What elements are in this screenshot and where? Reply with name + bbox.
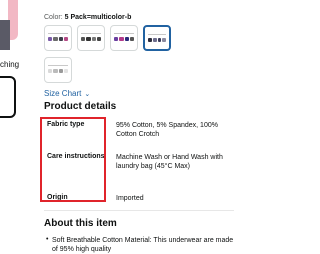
left-partial-box[interactable] — [0, 76, 16, 118]
swatch-color-chip — [114, 37, 119, 41]
swatch-color-chip — [63, 69, 68, 73]
swatch-color-chip — [58, 37, 63, 41]
highlight-box — [40, 117, 106, 202]
color-swatch[interactable] — [110, 25, 138, 51]
swatch-color-chip — [119, 37, 124, 41]
swatch-color-chip — [63, 37, 68, 41]
size-chart-link[interactable]: Size Chart ⌄ — [44, 89, 90, 98]
image-shape — [0, 20, 10, 50]
swatch-color-chip — [86, 37, 91, 41]
swatch-label — [48, 65, 68, 66]
divider — [44, 210, 234, 211]
swatch-label — [48, 33, 68, 34]
swatch-label — [114, 33, 134, 34]
color-value: 5 Pack=multicolor-b — [64, 14, 132, 21]
about-bullet: Soft Breathable Cotton Material: This un… — [52, 237, 234, 253]
swatch-color-chip — [96, 37, 101, 41]
color-swatch[interactable] — [44, 25, 72, 51]
swatch-color-chip — [53, 37, 58, 41]
swatch-colors — [114, 37, 134, 41]
product-image-partial[interactable] — [0, 0, 22, 50]
swatch-color-chip — [48, 37, 53, 41]
color-swatch-selected[interactable] — [143, 25, 171, 51]
detail-value-care-instructions: Machine Wash or Hand Wash with laundry b… — [116, 154, 223, 170]
swatch-colors — [48, 37, 68, 41]
swatch-color-chip — [129, 37, 134, 41]
detail-value-fabric-type: 95% Cotton, 5% Spandex, 100% Cotton Crot… — [116, 122, 218, 138]
swatch-color-chip — [152, 38, 157, 42]
swatch-color-chip — [48, 69, 53, 73]
swatch-label — [148, 34, 166, 35]
swatch-color-chip — [124, 37, 129, 41]
swatch-color-chip — [53, 69, 58, 73]
swatch-color-chip — [148, 38, 152, 42]
swatch-color-chip — [162, 38, 166, 42]
color-label: Color: — [44, 14, 63, 21]
product-details-title: Product details — [44, 101, 117, 112]
size-chart-label: Size Chart — [44, 89, 82, 98]
left-partial-text: ching — [0, 60, 20, 69]
left-column: ching — [0, 0, 22, 130]
swatch-label — [81, 33, 101, 34]
color-swatch[interactable] — [44, 57, 72, 83]
swatch-color-chip — [157, 38, 162, 42]
about-title: About this item — [44, 218, 117, 229]
detail-value-origin: Imported — [116, 195, 144, 202]
color-line: Color: 5 Pack=multicolor-b — [44, 14, 131, 21]
swatch-color-chip — [58, 69, 63, 73]
color-swatch[interactable] — [77, 25, 105, 51]
swatch-colors — [81, 37, 101, 41]
swatch-colors — [148, 38, 166, 42]
chevron-down-icon: ⌄ — [84, 91, 91, 98]
swatch-colors — [48, 69, 68, 73]
swatch-color-chip — [81, 37, 86, 41]
bullet-dot: • — [46, 236, 49, 243]
swatch-color-chip — [91, 37, 96, 41]
